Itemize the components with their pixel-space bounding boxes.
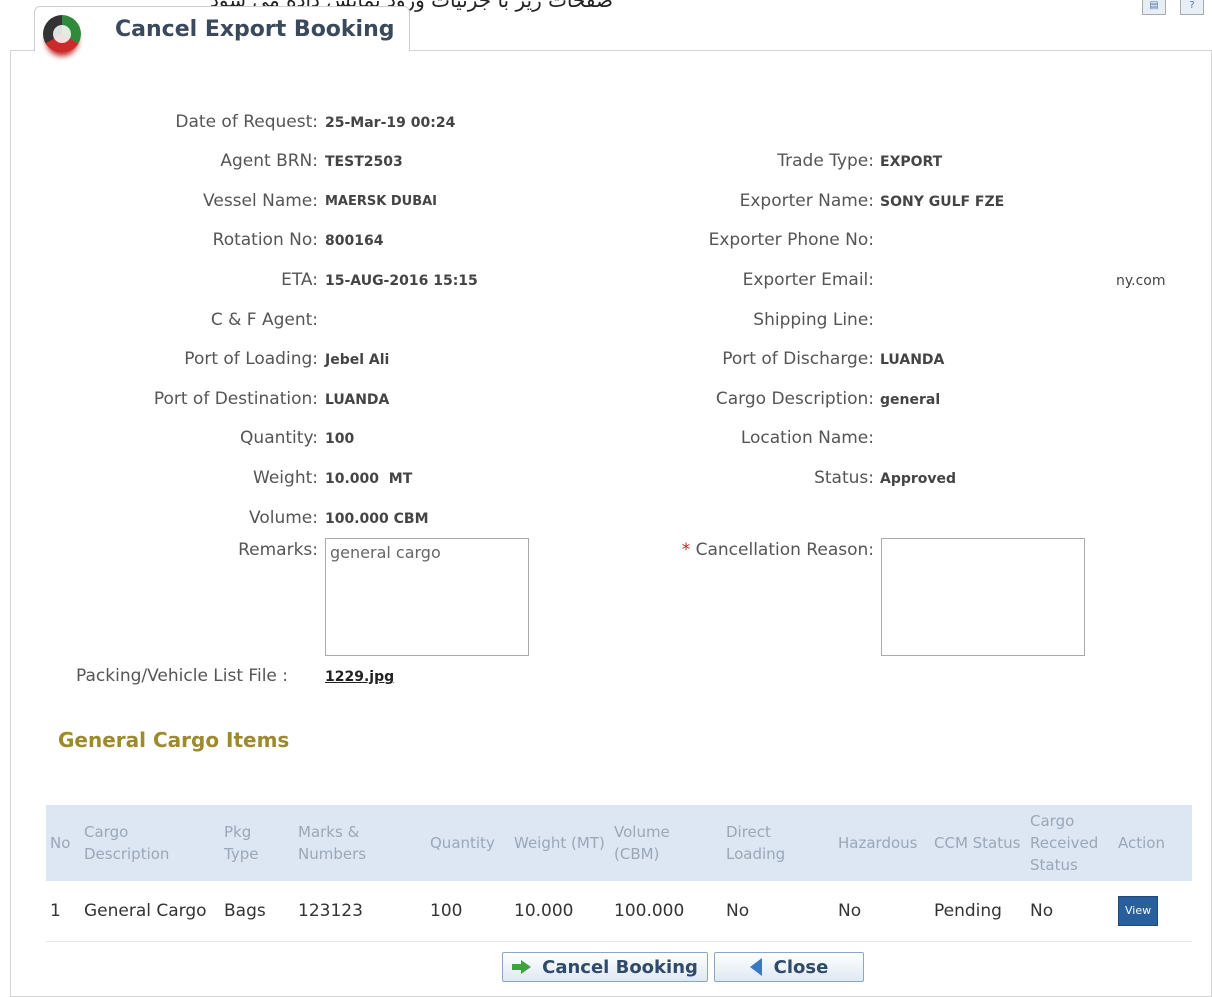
volume-value: 100.000 CBM	[325, 511, 429, 527]
eta-label: ETA:	[281, 270, 318, 290]
port-of-destination-value: LUANDA	[325, 392, 390, 408]
page-title: Cancel Export Booking	[115, 17, 395, 42]
shipping-line-label: Shipping Line:	[753, 310, 874, 330]
port-of-discharge-label: Port of Discharge:	[722, 349, 874, 369]
col-no: No	[46, 805, 80, 881]
port-of-loading-label: Port of Loading:	[184, 349, 318, 369]
col-action: Action	[1114, 805, 1192, 881]
cancel-booking-button[interactable]: Cancel Booking	[502, 952, 708, 982]
exporter-email-label: Exporter Email:	[742, 270, 874, 290]
cancellation-reason-label-wrap: * Cancellation Reason:	[600, 540, 874, 560]
col-direct-loading: Direct Loading	[722, 805, 834, 881]
volume-label: Volume:	[249, 508, 318, 528]
remarks-label: Remarks:	[238, 540, 318, 560]
col-weight: Weight (MT)	[510, 805, 610, 881]
col-volume: Volume (CBM)	[610, 805, 722, 881]
packing-list-file-link[interactable]: 1229.jpg	[325, 669, 394, 685]
cargo-description-label: Cargo Description:	[715, 389, 874, 409]
exporter-name-label: Exporter Name:	[739, 191, 874, 211]
cell-marks-numbers: 123123	[294, 881, 426, 942]
status-value: Approved	[880, 471, 957, 487]
exporter-name-value: SONY GULF FZE	[880, 194, 1005, 210]
trade-type-label: Trade Type:	[777, 151, 874, 171]
cancel-booking-label: Cancel Booking	[542, 956, 698, 978]
agent-brn-label: Agent BRN:	[220, 151, 318, 171]
weight-label: Weight:	[253, 468, 318, 488]
required-marker: *	[681, 540, 691, 560]
trade-type-value: EXPORT	[880, 154, 943, 170]
col-cargo-received-status: Cargo Received Status	[1026, 805, 1114, 881]
toolbar-icons: ▤ ?	[1142, 0, 1204, 15]
help-icon[interactable]: ?	[1180, 0, 1204, 15]
cell-cargo-description: General Cargo	[80, 881, 220, 942]
table-header-row: No Cargo Description Pkg Type Marks & Nu…	[46, 805, 1192, 881]
cargo-items-table: No Cargo Description Pkg Type Marks & Nu…	[46, 805, 1192, 942]
quantity-value: 100	[325, 431, 355, 447]
table-row: 1 General Cargo Bags 123123 100 10.000 1…	[46, 881, 1192, 942]
status-label: Status:	[814, 468, 874, 488]
exporter-phone-label: Exporter Phone No:	[708, 230, 874, 250]
cancellation-reason-label: Cancellation Reason:	[695, 540, 874, 560]
cell-weight: 10.000	[510, 881, 610, 942]
col-cargo-description: Cargo Description	[80, 805, 220, 881]
rotation-no-value: 800164	[325, 233, 384, 249]
header-tab: Cancel Export Booking	[34, 6, 410, 53]
packing-list-label: Packing/Vehicle List File :	[76, 666, 289, 686]
exporter-email-value: ny.com	[1116, 273, 1166, 289]
vessel-name-value: MAERSK DUBAI	[325, 194, 438, 209]
rotation-no-label: Rotation No:	[212, 230, 318, 250]
col-pkg-type: Pkg Type	[220, 805, 294, 881]
cell-ccm-status: Pending	[930, 881, 1026, 942]
vessel-name-label: Vessel Name:	[203, 191, 318, 211]
cell-volume: 100.000	[610, 881, 722, 942]
cell-pkg-type: Bags	[220, 881, 294, 942]
weight-value: 10.000 MT	[325, 471, 413, 487]
cell-direct-loading: No	[722, 881, 834, 942]
logo-icon	[43, 15, 81, 53]
port-of-discharge-value: LUANDA	[880, 352, 945, 368]
view-button[interactable]: View	[1118, 896, 1159, 926]
cell-cargo-received-status: No	[1026, 881, 1114, 942]
arrow-right-icon	[512, 959, 532, 975]
cell-quantity: 100	[426, 881, 510, 942]
col-hazardous: Hazardous	[834, 805, 930, 881]
cancellation-reason-textarea[interactable]	[881, 538, 1085, 656]
port-of-destination-label: Port of Destination:	[153, 389, 318, 409]
cell-hazardous: No	[834, 881, 930, 942]
cf-agent-label: C & F Agent:	[210, 310, 318, 330]
print-icon[interactable]: ▤	[1142, 0, 1166, 15]
agent-brn-value: TEST2503	[325, 154, 403, 170]
close-label: Close	[773, 956, 829, 978]
port-of-loading-value: Jebel Ali	[325, 352, 390, 368]
section-title: General Cargo Items	[58, 728, 290, 752]
cell-no: 1	[46, 881, 80, 942]
location-name-label: Location Name:	[740, 428, 874, 448]
date-of-request-value: 25-Mar-19 00:24	[325, 115, 456, 131]
eta-value: 15-AUG-2016 15:15	[325, 273, 478, 289]
cell-action: View	[1114, 881, 1192, 942]
cargo-description-value: general	[880, 392, 941, 408]
col-quantity: Quantity	[426, 805, 510, 881]
col-marks-numbers: Marks & Numbers	[294, 805, 426, 881]
col-ccm-status: CCM Status	[930, 805, 1026, 881]
remarks-textarea[interactable]: general cargo	[325, 538, 529, 656]
close-button[interactable]: Close	[714, 952, 864, 982]
back-arrow-icon	[749, 958, 764, 976]
quantity-label: Quantity:	[240, 428, 318, 448]
date-of-request-label: Date of Request:	[175, 112, 318, 132]
